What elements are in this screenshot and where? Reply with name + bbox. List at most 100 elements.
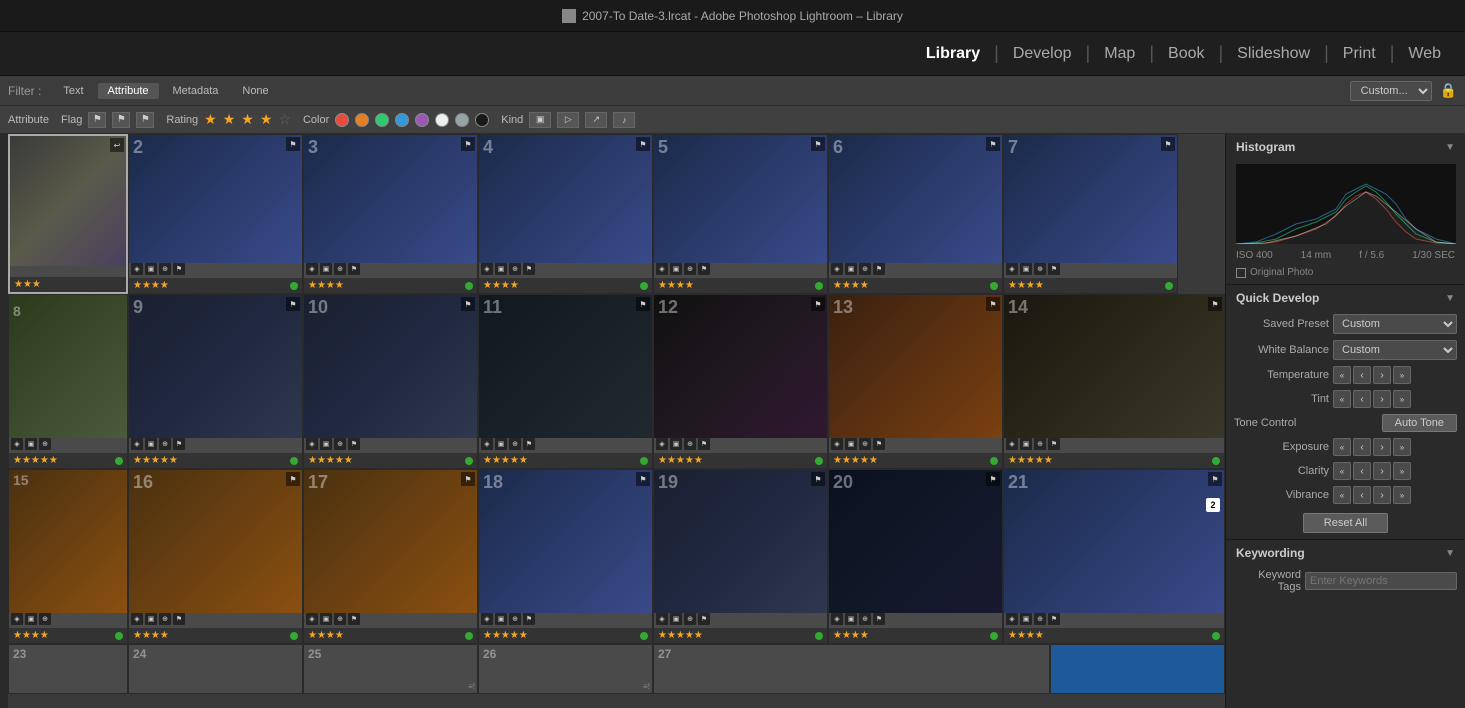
color-swatch-purple[interactable] bbox=[415, 113, 429, 127]
vibrance-inc-inc[interactable]: » bbox=[1393, 486, 1411, 504]
color-swatch-black[interactable] bbox=[475, 113, 489, 127]
nav-item-slideshow[interactable]: Slideshow bbox=[1223, 32, 1324, 76]
grid-cell-20[interactable]: 20 ⚑ ◈ ▣ ⊕ ⚑ ★★★★ bbox=[828, 469, 1003, 644]
kind-btn-3[interactable]: ↗ bbox=[585, 112, 607, 128]
cell-btn-flag-21[interactable]: ⚑ bbox=[1208, 472, 1222, 486]
nav-item-print[interactable]: Print bbox=[1329, 32, 1390, 76]
kind-btn-2[interactable]: ▷ bbox=[557, 112, 579, 128]
temperature-dec[interactable]: ‹ bbox=[1353, 366, 1371, 384]
original-photo-checkbox[interactable] bbox=[1236, 268, 1246, 278]
exposure-dec-dec[interactable]: « bbox=[1333, 438, 1351, 456]
star-3[interactable]: ★ bbox=[241, 111, 254, 128]
grid-cell-27-partial[interactable] bbox=[1050, 644, 1225, 694]
grid-cell-22-partial[interactable]: 23 bbox=[8, 644, 128, 694]
vibrance-inc[interactable]: › bbox=[1373, 486, 1391, 504]
grid-scroll[interactable]: ↩ ★★★ 2 ⚑ ◈ ▣ ⊕ bbox=[8, 134, 1225, 708]
star-4[interactable]: ★ bbox=[260, 111, 273, 128]
nav-item-map[interactable]: Map bbox=[1090, 32, 1149, 76]
exposure-inc-inc[interactable]: » bbox=[1393, 438, 1411, 456]
temperature-inc[interactable]: › bbox=[1373, 366, 1391, 384]
saved-preset-select[interactable]: Custom bbox=[1333, 314, 1457, 334]
clarity-dec[interactable]: ‹ bbox=[1353, 462, 1371, 480]
kind-btn-4[interactable]: ♪ bbox=[613, 112, 635, 128]
color-swatch-white[interactable] bbox=[435, 113, 449, 127]
exposure-dec[interactable]: ‹ bbox=[1353, 438, 1371, 456]
lock-icon[interactable]: 🔒 bbox=[1440, 82, 1457, 99]
cell-btn-flag-18[interactable]: ⚑ bbox=[636, 472, 650, 486]
grid-cell-4[interactable]: 4 ⚑ ◈ ▣ ⊕ ⚑ ★★★★ bbox=[478, 134, 653, 294]
cell-btn-flag-6[interactable]: ⚑ bbox=[986, 137, 1000, 151]
cell-btn-flag-2[interactable]: ⚑ bbox=[286, 137, 300, 151]
quick-develop-header[interactable]: Quick Develop ▼ bbox=[1226, 285, 1465, 311]
filter-tab-attribute[interactable]: Attribute bbox=[98, 83, 159, 99]
kind-btn-1[interactable]: ▣ bbox=[529, 112, 551, 128]
keywording-header[interactable]: Keywording ▼ bbox=[1226, 540, 1465, 566]
color-swatch-blue[interactable] bbox=[395, 113, 409, 127]
grid-cell-24-partial[interactable]: 25 ≡! bbox=[303, 644, 478, 694]
flag-btn-2[interactable]: ⚑ bbox=[112, 112, 130, 128]
grid-cell-7[interactable]: 7 ⚑ ◈ ▣ ⊕ ⚑ ★★★★ bbox=[1003, 134, 1178, 294]
cell-btn-rotate[interactable]: ↩ bbox=[110, 138, 124, 152]
reset-all-button[interactable]: Reset All bbox=[1303, 513, 1388, 533]
color-swatch-orange[interactable] bbox=[355, 113, 369, 127]
color-swatch-green[interactable] bbox=[375, 113, 389, 127]
cell-btn-flag-19[interactable]: ⚑ bbox=[811, 472, 825, 486]
flag-btn-1[interactable]: ⚑ bbox=[88, 112, 106, 128]
grid-cell-10[interactable]: 10 ⚑ ◈ ▣ ⊕ ⚑ ★★★★★ bbox=[303, 294, 478, 469]
cell-btn-flag-13[interactable]: ⚑ bbox=[986, 297, 1000, 311]
cell-btn-flag-17[interactable]: ⚑ bbox=[461, 472, 475, 486]
cell-btn-flag-14[interactable]: ⚑ bbox=[1208, 297, 1222, 311]
white-balance-select[interactable]: Custom bbox=[1333, 340, 1457, 360]
clarity-inc[interactable]: › bbox=[1373, 462, 1391, 480]
tint-dec-dec[interactable]: « bbox=[1333, 390, 1351, 408]
grid-cell-21[interactable]: 21 2 ⚑ ◈ ▣ ⊕ ⚑ ★★★★ bbox=[1003, 469, 1225, 644]
grid-cell-1[interactable]: ↩ ★★★ bbox=[8, 134, 128, 294]
temperature-dec-dec[interactable]: « bbox=[1333, 366, 1351, 384]
custom-filter-dropdown[interactable]: Custom... bbox=[1350, 81, 1432, 101]
clarity-dec-dec[interactable]: « bbox=[1333, 462, 1351, 480]
keyword-tags-input[interactable] bbox=[1305, 572, 1457, 590]
cell-btn-flag-12[interactable]: ⚑ bbox=[811, 297, 825, 311]
flag-btn-3[interactable]: ⚑ bbox=[136, 112, 154, 128]
color-swatch-gray[interactable] bbox=[455, 113, 469, 127]
grid-cell-18[interactable]: 18 ⚑ ◈ ▣ ⊕ ⚑ ★★★★★ bbox=[478, 469, 653, 644]
nav-item-web[interactable]: Web bbox=[1394, 32, 1455, 76]
cell-btn-flag-11[interactable]: ⚑ bbox=[636, 297, 650, 311]
tint-inc[interactable]: › bbox=[1373, 390, 1391, 408]
grid-cell-16[interactable]: 16 ⚑ ◈ ▣ ⊕ ⚑ ★★★★ bbox=[128, 469, 303, 644]
grid-cell-8[interactable]: 8 ◈ ▣ ⊕ ★★★★★ bbox=[8, 294, 128, 469]
tint-dec[interactable]: ‹ bbox=[1353, 390, 1371, 408]
tint-inc-inc[interactable]: » bbox=[1393, 390, 1411, 408]
nav-item-develop[interactable]: Develop bbox=[999, 32, 1086, 76]
grid-cell-15[interactable]: 15 ◈ ▣ ⊕ ★★★★ bbox=[8, 469, 128, 644]
grid-cell-6[interactable]: 6 ⚑ ◈ ▣ ⊕ ⚑ ★★★★ bbox=[828, 134, 1003, 294]
filter-tab-none[interactable]: None bbox=[232, 83, 278, 99]
grid-cell-13[interactable]: 13 ⚑ ◈ ▣ ⊕ ⚑ ★★★★★ bbox=[828, 294, 1003, 469]
cell-btn-flag-5[interactable]: ⚑ bbox=[811, 137, 825, 151]
cell-btn-flag-7[interactable]: ⚑ bbox=[1161, 137, 1175, 151]
cell-btn-flag-4[interactable]: ⚑ bbox=[636, 137, 650, 151]
nav-item-library[interactable]: Library bbox=[912, 32, 994, 76]
grid-cell-17[interactable]: 17 ⚑ ◈ ▣ ⊕ ⚑ ★★★★ bbox=[303, 469, 478, 644]
star-2[interactable]: ★ bbox=[223, 111, 236, 128]
grid-cell-23-partial[interactable]: 24 bbox=[128, 644, 303, 694]
star-5[interactable]: ☆ bbox=[278, 111, 291, 128]
cell-btn-flag-10[interactable]: ⚑ bbox=[461, 297, 475, 311]
vibrance-dec[interactable]: ‹ bbox=[1353, 486, 1371, 504]
grid-cell-25-partial[interactable]: 26 ≡! bbox=[478, 644, 653, 694]
grid-cell-3[interactable]: 3 ⚑ ◈ ▣ ⊕ ⚑ ★★★★ bbox=[303, 134, 478, 294]
grid-cell-11[interactable]: 11 ⚑ ◈ ▣ ⊕ ⚑ ★★★★★ bbox=[478, 294, 653, 469]
clarity-inc-inc[interactable]: » bbox=[1393, 462, 1411, 480]
grid-cell-14[interactable]: 14 ⚑ ◈ ▣ ⊕ ⚑ ★★★★★ bbox=[1003, 294, 1225, 469]
exposure-inc[interactable]: › bbox=[1373, 438, 1391, 456]
filter-tab-metadata[interactable]: Metadata bbox=[163, 83, 229, 99]
grid-cell-5[interactable]: 5 ⚑ ◈ ▣ ⊕ ⚑ ★★★★ bbox=[653, 134, 828, 294]
grid-cell-9[interactable]: 9 ⚑ ◈ ▣ ⊕ ⚑ ★★★★★ bbox=[128, 294, 303, 469]
color-swatch-red[interactable] bbox=[335, 113, 349, 127]
grid-cell-2[interactable]: 2 ⚑ ◈ ▣ ⊕ ⚑ ★★★★ bbox=[128, 134, 303, 294]
filter-tab-text[interactable]: Text bbox=[53, 83, 93, 99]
histogram-header[interactable]: Histogram ▼ bbox=[1226, 134, 1465, 160]
cell-btn-flag-20[interactable]: ⚑ bbox=[986, 472, 1000, 486]
cell-btn-flag-9[interactable]: ⚑ bbox=[286, 297, 300, 311]
grid-cell-26-partial[interactable]: 27 bbox=[653, 644, 1050, 694]
